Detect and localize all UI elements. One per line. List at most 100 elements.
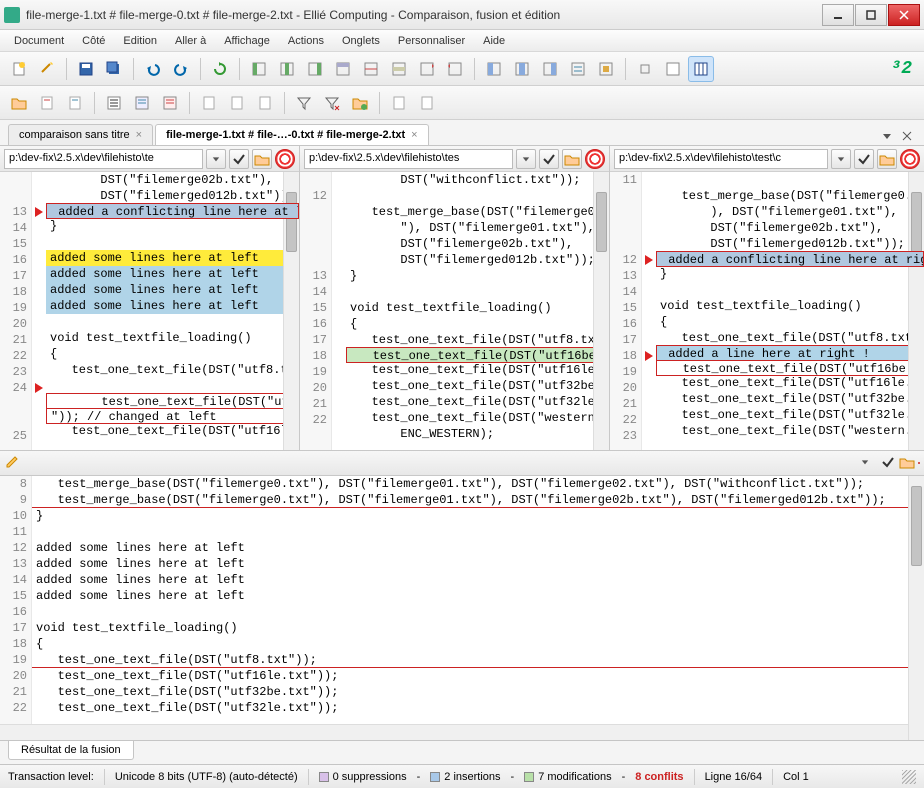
document-tabs: comparaison sans titre×file-merge-1.txt … — [0, 120, 924, 146]
menu-document[interactable]: Document — [6, 33, 72, 49]
view-single-button[interactable] — [660, 56, 686, 82]
status-line: Ligne 16/64 — [705, 771, 763, 783]
conflict-marker-icon — [645, 255, 653, 265]
tabs-dropdown-icon[interactable] — [878, 127, 896, 145]
col-h-button[interactable] — [442, 56, 468, 82]
filter-clear-icon[interactable] — [319, 90, 345, 116]
pane-path-dropdown-icon[interactable] — [206, 149, 226, 169]
menu-edition[interactable]: Edition — [115, 33, 165, 49]
maximize-button[interactable] — [855, 4, 887, 26]
pane-x-button[interactable] — [593, 56, 619, 82]
doc-tab-0[interactable]: comparaison sans titre× — [8, 124, 153, 145]
doc-f-icon[interactable] — [386, 90, 412, 116]
merge-header — [0, 450, 924, 476]
doc-a-icon[interactable] — [34, 90, 60, 116]
pane-code[interactable]: 1213141516171819202122 DST("withconflict… — [300, 172, 609, 450]
folder-browse-icon[interactable] — [347, 90, 373, 116]
filter-icon[interactable] — [291, 90, 317, 116]
menu-onglets[interactable]: Onglets — [334, 33, 388, 49]
tab-close-icon[interactable]: × — [411, 129, 417, 141]
folder-open-icon[interactable] — [6, 90, 32, 116]
menu-affichage[interactable]: Affichage — [216, 33, 278, 49]
merge-dropdown-icon[interactable] — [861, 457, 877, 469]
doc-tab-1[interactable]: file-merge-1.txt # file-…-0.txt # file-m… — [155, 124, 428, 145]
col-e-button[interactable] — [358, 56, 384, 82]
menu-personnaliser[interactable]: Personnaliser — [390, 33, 473, 49]
list-a-icon[interactable] — [101, 90, 127, 116]
pane-open-icon[interactable] — [562, 149, 582, 169]
col-a-button[interactable] — [246, 56, 272, 82]
pane-target-icon[interactable] — [900, 149, 920, 169]
merge-target-icon[interactable] — [918, 462, 920, 464]
refresh-button[interactable] — [207, 56, 233, 82]
pane-code[interactable]: 13141516171819202122232425 DST("filemerg… — [0, 172, 299, 450]
col-g-button[interactable] — [414, 56, 440, 82]
window-title: file-merge-1.txt # file-merge-0.txt # fi… — [26, 8, 822, 22]
save-all-button[interactable] — [101, 56, 127, 82]
doc-c-icon[interactable] — [196, 90, 222, 116]
redo-button[interactable] — [168, 56, 194, 82]
minimize-button[interactable] — [822, 4, 854, 26]
menu-côté[interactable]: Côté — [74, 33, 113, 49]
pane-path-input[interactable]: p:\dev-fix\2.5.x\dev\filehisto\test\c — [614, 149, 828, 169]
pane-left-button[interactable] — [481, 56, 507, 82]
status-conflicts: 8 conflits — [635, 771, 683, 783]
merged-result[interactable]: 8910111213141516171819202122 test_merge_… — [0, 476, 924, 740]
conflict-marker-icon — [645, 351, 653, 361]
title-bar: file-merge-1.txt # file-merge-0.txt # fi… — [0, 0, 924, 30]
col-c-button[interactable] — [302, 56, 328, 82]
pane-check-icon[interactable] — [229, 149, 249, 169]
pane-path-input[interactable]: p:\dev-fix\2.5.x\dev\filehisto\te — [4, 149, 203, 169]
col-d-button[interactable] — [330, 56, 356, 82]
pane-vscroll[interactable] — [593, 172, 609, 450]
pane-mid-button[interactable] — [509, 56, 535, 82]
pane-path-input[interactable]: p:\dev-fix\2.5.x\dev\filehisto\tes — [304, 149, 513, 169]
view-small-button[interactable] — [632, 56, 658, 82]
pane-check-icon[interactable] — [539, 149, 559, 169]
pane-check-icon[interactable] — [854, 149, 874, 169]
new-button[interactable] — [6, 56, 32, 82]
pane-target-icon[interactable] — [585, 149, 605, 169]
merge-open-icon[interactable] — [899, 454, 915, 473]
list-b-icon[interactable] — [129, 90, 155, 116]
result-tab[interactable]: Résultat de la fusion — [8, 741, 134, 760]
col-b-button[interactable] — [274, 56, 300, 82]
pane-path-dropdown-icon[interactable] — [516, 149, 536, 169]
pane-vscroll[interactable] — [908, 172, 924, 450]
menu-aller-à[interactable]: Aller à — [167, 33, 214, 49]
toolbar-secondary — [0, 86, 924, 120]
brand-number: ³2 — [884, 59, 918, 79]
pane-right-button[interactable] — [537, 56, 563, 82]
doc-g-icon[interactable] — [414, 90, 440, 116]
save-button[interactable] — [73, 56, 99, 82]
pane-swap-button[interactable] — [565, 56, 591, 82]
menu-aide[interactable]: Aide — [475, 33, 513, 49]
status-suppressions: 0 suppressions — [319, 771, 407, 783]
status-modifications: 7 modifications — [524, 771, 611, 783]
pane-open-icon[interactable] — [877, 149, 897, 169]
view-split-button[interactable] — [688, 56, 714, 82]
wizard-button[interactable] — [34, 56, 60, 82]
menu-actions[interactable]: Actions — [280, 33, 332, 49]
pane-path-dropdown-icon[interactable] — [831, 149, 851, 169]
doc-d-icon[interactable] — [224, 90, 250, 116]
merged-vscroll[interactable] — [908, 476, 924, 740]
tab-close-icon[interactable]: × — [136, 129, 142, 141]
merge-check-icon[interactable] — [880, 454, 896, 473]
resize-grip[interactable] — [902, 770, 916, 784]
pane-target-icon[interactable] — [275, 149, 295, 169]
merge-edit-icon[interactable] — [4, 454, 20, 473]
bottom-tabs: Résultat de la fusion — [0, 740, 924, 764]
merged-hscroll[interactable] — [0, 724, 908, 740]
undo-button[interactable] — [140, 56, 166, 82]
close-button[interactable] — [888, 4, 920, 26]
doc-b-icon[interactable] — [62, 90, 88, 116]
pane-code[interactable]: 11121314151617181920212223 test_merge_ba… — [610, 172, 924, 450]
toolbar-main: ³2 — [0, 52, 924, 86]
col-f-button[interactable] — [386, 56, 412, 82]
doc-e-icon[interactable] — [252, 90, 278, 116]
tabs-close-icon[interactable] — [898, 127, 916, 145]
status-insertions: 2 insertions — [430, 771, 500, 783]
pane-open-icon[interactable] — [252, 149, 272, 169]
list-c-icon[interactable] — [157, 90, 183, 116]
